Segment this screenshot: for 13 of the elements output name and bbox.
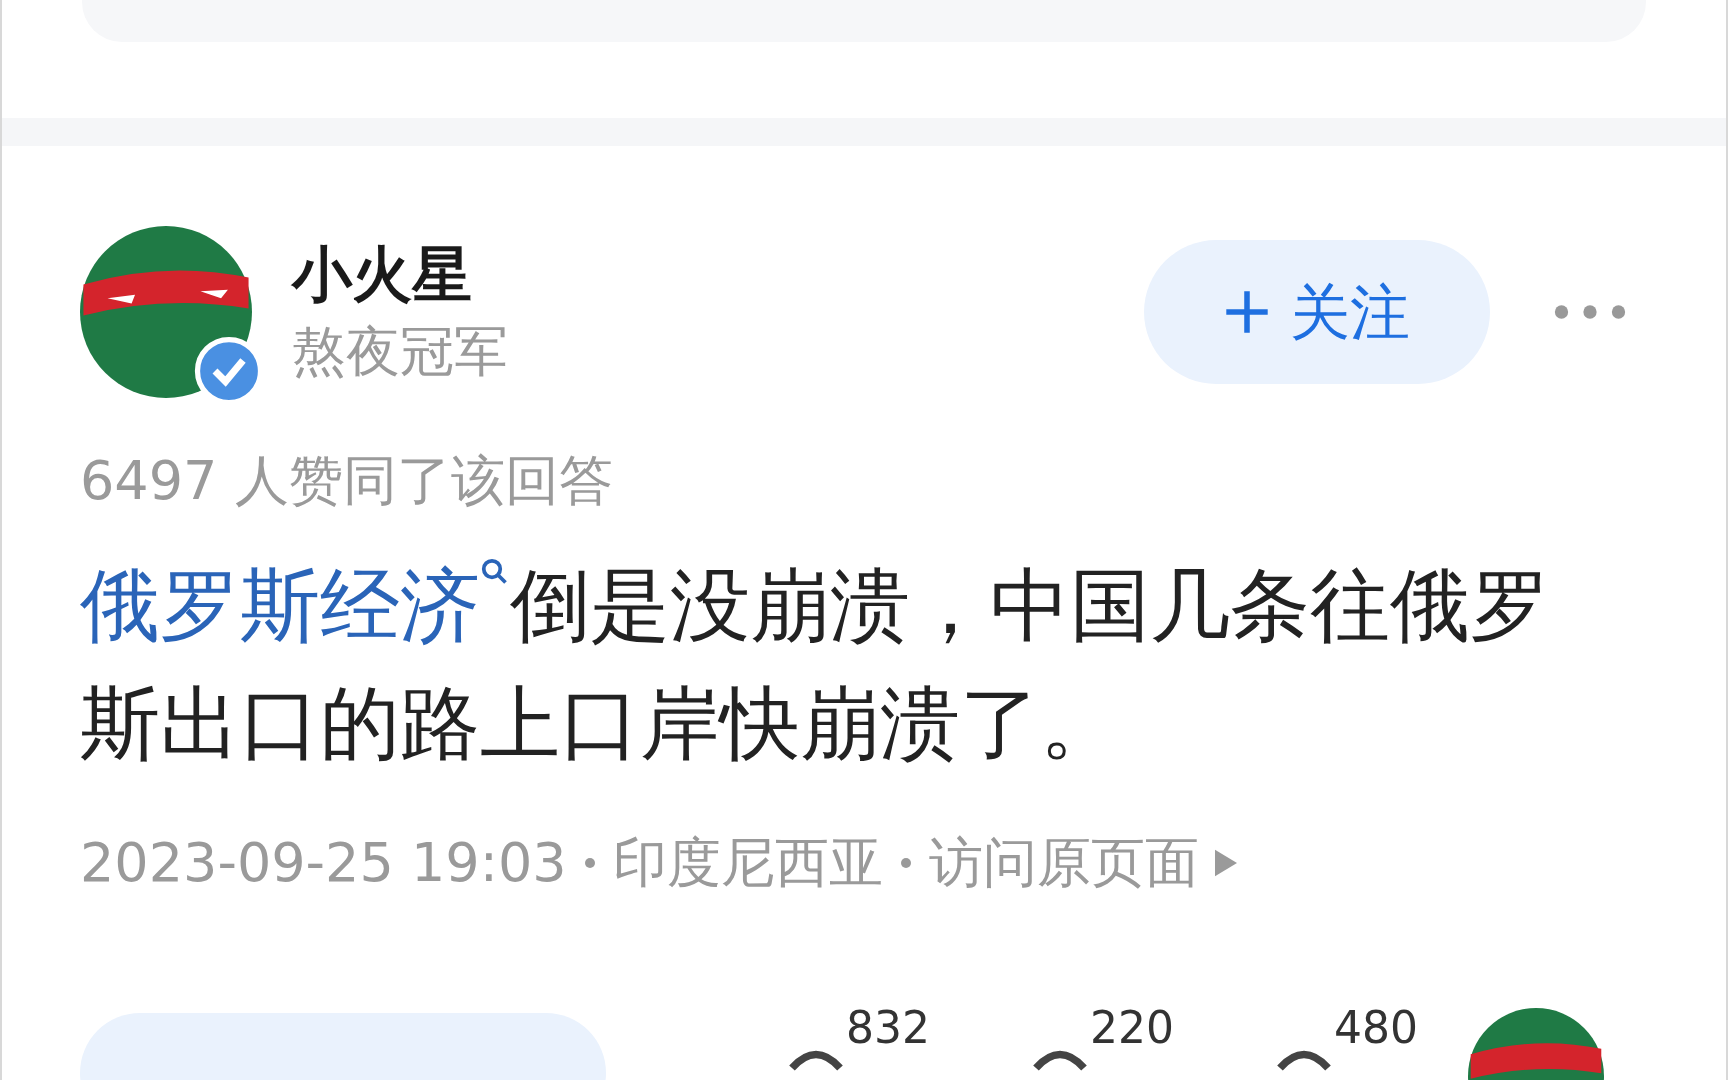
author-name[interactable]: 小火星 [292, 233, 508, 314]
answer-time: 2023-09-25 19:03 [80, 830, 567, 896]
author-title: 熬夜冠军 [292, 318, 508, 385]
answer-text[interactable]: 俄罗斯经济 倒是没崩溃，中国几条往俄罗斯出口的路上口岸快崩溃了。 [80, 547, 1620, 783]
keyword-link[interactable]: 俄罗斯经济 [80, 559, 510, 652]
follow-button[interactable]: 关注 [1144, 239, 1490, 384]
action-count: 832 [846, 1003, 930, 1053]
plus-icon [1224, 288, 1270, 335]
play-triangle-icon [1214, 849, 1237, 877]
upvote-summary: 6497 人赞同了该回答 [80, 448, 614, 514]
action-count: 480 [1333, 1003, 1418, 1053]
answer-location: 印度尼西亚 [612, 830, 883, 896]
action-count: 220 [1090, 1003, 1174, 1053]
